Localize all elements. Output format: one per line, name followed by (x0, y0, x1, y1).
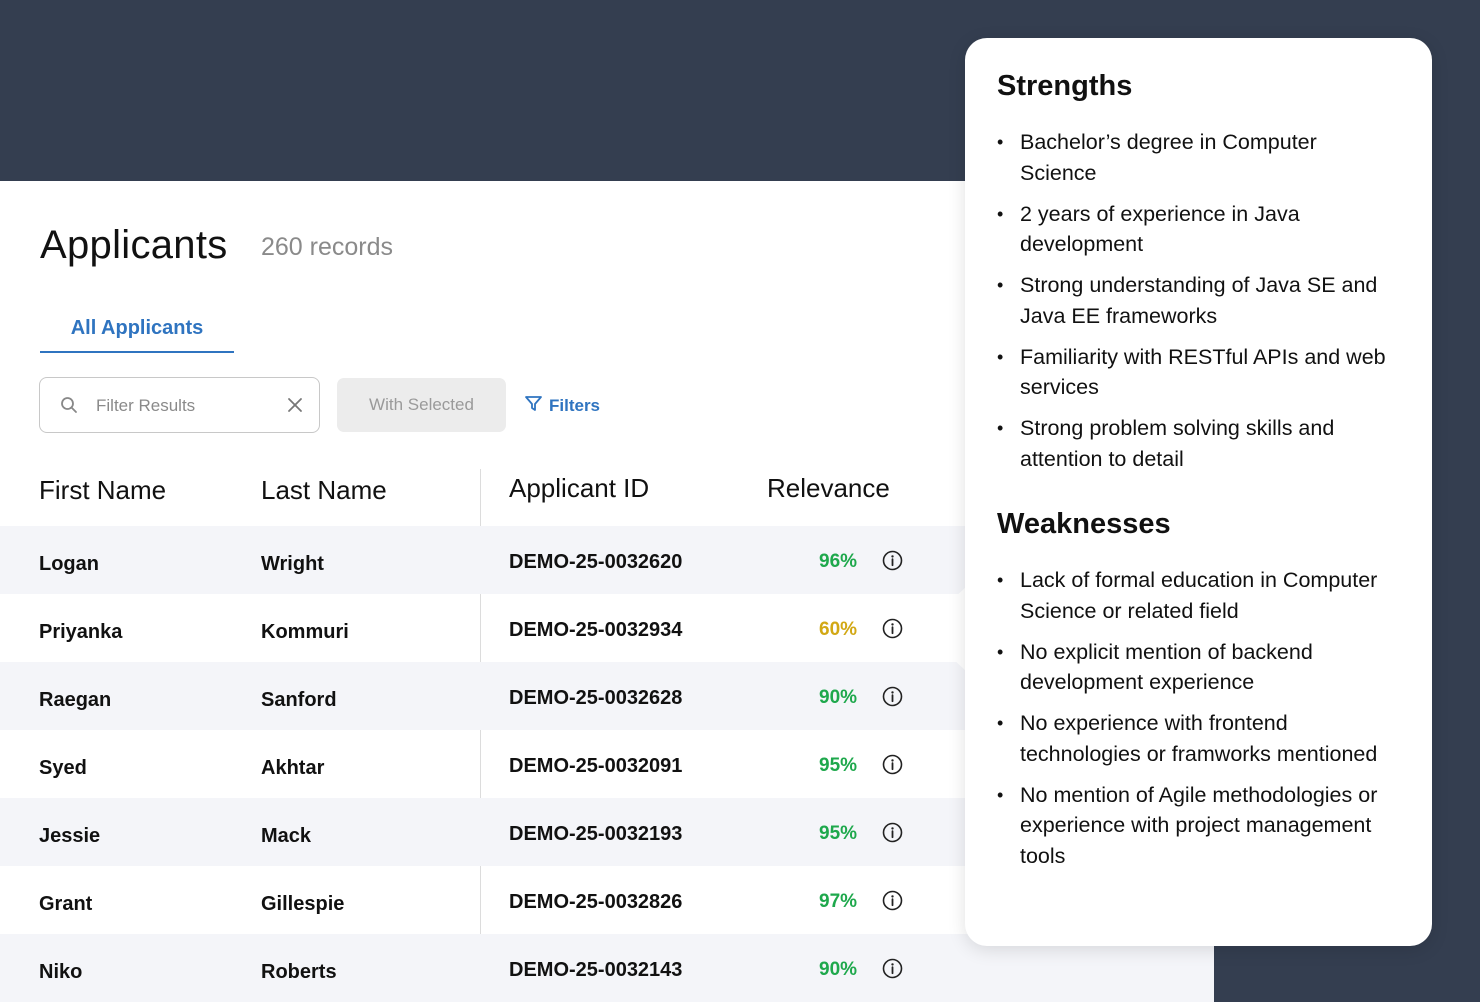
column-header-applicant-id[interactable]: Applicant ID (509, 473, 649, 504)
filters-button[interactable]: Filters (524, 393, 600, 419)
info-icon[interactable] (882, 890, 903, 916)
first-name-cell: Niko (39, 961, 83, 983)
column-header-first-name[interactable]: First Name (39, 475, 166, 506)
applicant-id-cell: DEMO-25-0032091 (509, 755, 683, 777)
applicant-id-cell: DEMO-25-0032193 (509, 823, 683, 845)
first-name-cell: Priyanka (39, 621, 123, 643)
first-name-cell: Grant (39, 893, 93, 915)
relevance-cell: 97% (819, 891, 858, 912)
search-icon (60, 396, 78, 419)
last-name-cell: Kommuri (261, 621, 349, 643)
relevance-cell: 90% (819, 687, 858, 708)
strength-item: 2 years of experience in Java developmen… (997, 199, 1397, 260)
applicant-id-cell: DEMO-25-0032143 (509, 959, 683, 981)
weaknesses-heading: Weaknesses (997, 508, 1171, 540)
strength-item: Strong understanding of Java SE and Java… (997, 270, 1397, 331)
info-icon[interactable] (882, 618, 903, 644)
weakness-item: No mention of Agile methodologies or exp… (997, 780, 1397, 872)
filter-icon (524, 394, 543, 418)
page-title: Applicants (40, 223, 228, 267)
strengths-heading: Strengths (997, 70, 1133, 102)
relevance-cell: 96% (819, 551, 858, 572)
relevance-popover: Strengths Bachelor’s degree in Computer … (965, 38, 1432, 946)
strength-item: Familiarity with RESTful APIs and web se… (997, 342, 1397, 403)
with-selected-button[interactable]: With Selected (337, 378, 506, 432)
last-name-cell: Akhtar (261, 757, 325, 779)
column-header-last-name[interactable]: Last Name (261, 475, 387, 506)
record-count: 260 records (261, 233, 394, 261)
applicant-id-cell: DEMO-25-0032628 (509, 687, 683, 709)
applicant-id-cell: DEMO-25-0032620 (509, 551, 683, 573)
relevance-cell: 95% (819, 823, 858, 844)
weakness-item: No explicit mention of backend developme… (997, 637, 1397, 698)
strengths-list: Bachelor’s degree in Computer Science 2 y… (997, 127, 1397, 485)
info-icon[interactable] (882, 822, 903, 848)
search-box[interactable] (39, 377, 320, 433)
weakness-item: No experience with frontend technologies… (997, 708, 1397, 769)
tab-all-applicants[interactable]: All Applicants (40, 306, 234, 353)
relevance-cell: 90% (819, 959, 858, 980)
weakness-item: Lack of formal education in Computer Sci… (997, 565, 1397, 626)
info-icon[interactable] (882, 754, 903, 780)
last-name-cell: Mack (261, 825, 312, 847)
last-name-cell: Sanford (261, 689, 337, 711)
first-name-cell: Logan (39, 553, 99, 575)
info-icon[interactable] (882, 958, 903, 984)
strength-item: Strong problem solving skills and attent… (997, 413, 1397, 474)
first-name-cell: Jessie (39, 825, 101, 847)
column-header-relevance[interactable]: Relevance (767, 473, 890, 504)
first-name-cell: Syed (39, 757, 87, 779)
first-name-cell: Raegan (39, 689, 112, 711)
search-input[interactable] (94, 390, 278, 422)
last-name-cell: Roberts (261, 961, 337, 983)
relevance-cell: 95% (819, 755, 858, 776)
close-icon[interactable] (286, 396, 304, 419)
popover-arrow (921, 586, 967, 672)
info-icon[interactable] (882, 686, 903, 712)
weaknesses-list: Lack of formal education in Computer Sci… (997, 565, 1397, 882)
applicant-id-cell: DEMO-25-0032934 (509, 619, 683, 641)
relevance-cell: 60% (819, 619, 858, 640)
applicant-id-cell: DEMO-25-0032826 (509, 891, 683, 913)
info-icon[interactable] (882, 550, 903, 576)
strength-item: Bachelor’s degree in Computer Science (997, 127, 1397, 188)
last-name-cell: Gillespie (261, 893, 345, 915)
tab-label: All Applicants (70, 317, 204, 339)
filters-label: Filters (549, 396, 601, 415)
last-name-cell: Wright (261, 553, 324, 575)
